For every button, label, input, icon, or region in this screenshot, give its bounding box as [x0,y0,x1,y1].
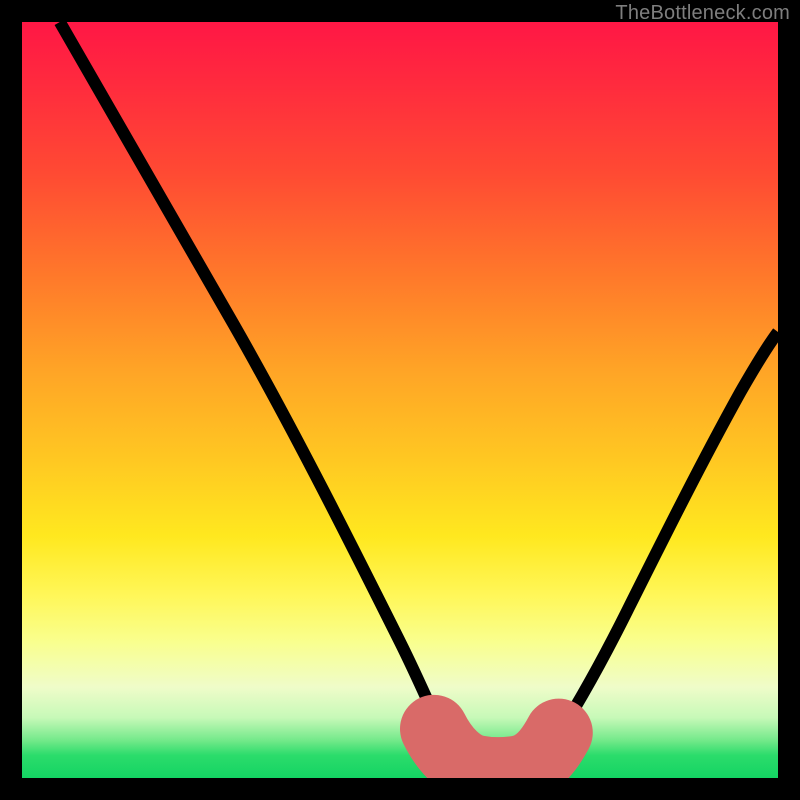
curve-svg [22,22,778,778]
watermark-text: TheBottleneck.com [615,2,790,25]
plot-area [22,22,778,778]
curve-right-branch [544,332,778,755]
curve-left-branch [60,22,453,755]
chart-frame: TheBottleneck.com [0,0,800,800]
highlight-bottom-segment [434,729,559,771]
